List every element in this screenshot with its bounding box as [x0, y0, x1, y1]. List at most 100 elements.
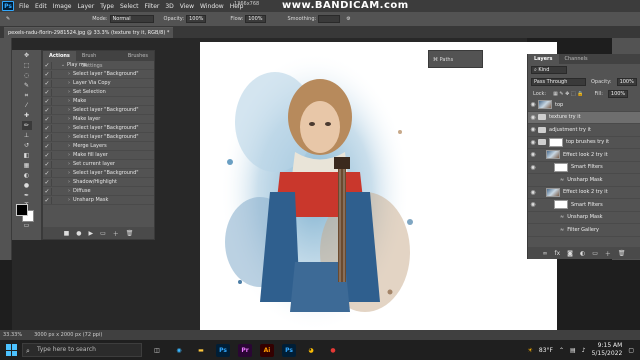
action-item[interactable]: ✓ › Make: [43, 97, 154, 106]
opacity-input[interactable]: 100%: [186, 15, 207, 23]
flow-input[interactable]: 100%: [245, 15, 266, 23]
check-icon[interactable]: ✓: [43, 188, 51, 195]
trash-icon[interactable]: 🗑: [618, 250, 626, 257]
brush-tool-icon[interactable]: ✏: [21, 121, 32, 130]
action-item[interactable]: ✓ › Select layer "Background": [43, 169, 154, 178]
dialog-toggle[interactable]: [51, 70, 59, 78]
chevron-right-icon[interactable]: ›: [65, 143, 73, 149]
quick-select-tool-icon[interactable]: ✎: [22, 81, 32, 90]
eye-icon[interactable]: ◉: [528, 164, 538, 171]
task-view-icon[interactable]: ◫: [150, 344, 164, 357]
blur-tool-icon[interactable]: ◐: [22, 171, 32, 180]
marquee-tool-icon[interactable]: ⬚: [22, 61, 32, 70]
tray-arrow-icon[interactable]: ⌃: [559, 347, 564, 354]
new-layer-icon[interactable]: ＋: [605, 249, 611, 258]
record-icon[interactable]: ●: [76, 230, 81, 237]
action-item[interactable]: ✓ › Merge Layers: [43, 142, 154, 151]
delete-icon[interactable]: 🗑: [126, 230, 134, 237]
action-item[interactable]: ✓ › Diffuse: [43, 187, 154, 196]
new-action-icon[interactable]: ＋: [113, 229, 119, 238]
weather-temp[interactable]: 83°F: [539, 347, 553, 354]
chevron-right-icon[interactable]: ›: [65, 152, 73, 158]
action-item[interactable]: ✓ › Select layer "Background": [43, 70, 154, 79]
action-item[interactable]: ✓ › Select layer "Background": [43, 133, 154, 142]
dialog-toggle[interactable]: [51, 169, 59, 177]
eye-icon[interactable]: ◉: [528, 189, 538, 196]
action-item[interactable]: ✓ › Make fill layer: [43, 151, 154, 160]
mode-select[interactable]: Normal: [109, 15, 154, 23]
blend-mode-select[interactable]: Pass Through: [531, 78, 586, 86]
check-icon[interactable]: ✓: [43, 107, 51, 114]
dialog-toggle[interactable]: [51, 79, 59, 87]
folder-icon[interactable]: ▭: [592, 250, 598, 257]
chevron-right-icon[interactable]: ›: [65, 179, 73, 185]
taskbar-app-pr[interactable]: Pr: [238, 343, 252, 357]
check-icon[interactable]: ✓: [43, 71, 51, 78]
chevron-right-icon[interactable]: ›: [65, 188, 73, 194]
layer-row[interactable]: ◉ top brushes try it: [528, 137, 640, 149]
menu-window[interactable]: Window: [197, 3, 227, 10]
action-item[interactable]: ✓ › Shadow/Highlight: [43, 178, 154, 187]
volume-icon[interactable]: ♪: [582, 347, 586, 354]
check-icon[interactable]: ✓: [43, 161, 51, 168]
healing-tool-icon[interactable]: ✚: [22, 111, 32, 120]
check-icon[interactable]: ✓: [43, 89, 51, 96]
move-tool-icon[interactable]: ✥: [22, 51, 32, 60]
dialog-toggle[interactable]: [51, 187, 59, 195]
eraser-tool-icon[interactable]: ◧: [22, 151, 32, 160]
check-icon[interactable]: ✓: [43, 98, 51, 105]
chevron-right-icon[interactable]: ›: [65, 161, 73, 167]
action-item[interactable]: ✓ › Make layer: [43, 115, 154, 124]
chevron-right-icon[interactable]: ›: [65, 98, 73, 104]
play-icon[interactable]: ▶: [88, 230, 93, 237]
chevron-right-icon[interactable]: ›: [65, 197, 73, 203]
check-icon[interactable]: ✓: [43, 80, 51, 87]
edge-icon[interactable]: ◉: [172, 344, 186, 357]
check-icon[interactable]: ✓: [43, 179, 51, 186]
new-set-icon[interactable]: ▭: [100, 230, 106, 237]
chevron-right-icon[interactable]: ›: [65, 89, 73, 95]
dialog-toggle[interactable]: [51, 151, 59, 159]
menu-3d[interactable]: 3D: [162, 3, 176, 10]
eye-icon[interactable]: ◉: [528, 201, 538, 208]
brush-tool-icon[interactable]: ✎: [6, 16, 10, 22]
layer-row[interactable]: ≈ Unsharp Mask: [528, 174, 640, 187]
menu-type[interactable]: Type: [97, 3, 117, 10]
link-icon[interactable]: ∞: [542, 250, 547, 257]
mask-icon[interactable]: ◙: [567, 250, 573, 257]
dialog-toggle[interactable]: [51, 61, 59, 69]
eye-icon[interactable]: ◉: [528, 139, 538, 146]
file-explorer-icon[interactable]: ▬: [194, 344, 208, 357]
check-icon[interactable]: ✓: [43, 116, 51, 123]
lock-icons[interactable]: ▦ ✎ ✥ ⬚ 🔒: [553, 91, 583, 97]
chevron-right-icon[interactable]: ›: [65, 170, 73, 176]
taskbar-app-ps[interactable]: Ps: [216, 343, 230, 357]
dialog-toggle[interactable]: [51, 178, 59, 186]
chrome-icon[interactable]: ◕: [304, 344, 318, 357]
action-item[interactable]: ✓ › Select layer "Background": [43, 124, 154, 133]
layer-row[interactable]: ≈ Unsharp Mask: [528, 212, 640, 224]
dialog-toggle[interactable]: [51, 196, 59, 204]
paths-panel[interactable]: ⌘ Paths: [428, 50, 483, 68]
menu-image[interactable]: Image: [50, 3, 75, 10]
gear-icon[interactable]: ⚙: [346, 16, 350, 22]
dialog-toggle[interactable]: [51, 106, 59, 114]
layer-row[interactable]: ≈ Filter Gallery: [528, 224, 640, 237]
menu-select[interactable]: Select: [117, 3, 142, 10]
notifications-icon[interactable]: ▢: [628, 347, 634, 354]
check-icon[interactable]: ✓: [43, 197, 51, 204]
eyedropper-tool-icon[interactable]: ⁄: [22, 101, 32, 110]
chevron-right-icon[interactable]: ›: [65, 71, 73, 77]
dialog-toggle[interactable]: [51, 115, 59, 123]
layers-tab-channels[interactable]: Channels: [559, 54, 594, 64]
pen-tool-icon[interactable]: ✒: [22, 191, 32, 200]
stamp-tool-icon[interactable]: ⊥: [22, 131, 32, 140]
eye-icon[interactable]: ◉: [528, 126, 538, 133]
smoothing-input[interactable]: [318, 15, 341, 23]
action-item[interactable]: ✓ › Select layer "Background": [43, 106, 154, 115]
crop-tool-icon[interactable]: ⌗: [22, 91, 32, 100]
menu-file[interactable]: File: [16, 3, 32, 10]
dialog-toggle[interactable]: [51, 160, 59, 168]
menu-view[interactable]: View: [177, 3, 197, 10]
lasso-tool-icon[interactable]: ◌: [22, 71, 32, 80]
